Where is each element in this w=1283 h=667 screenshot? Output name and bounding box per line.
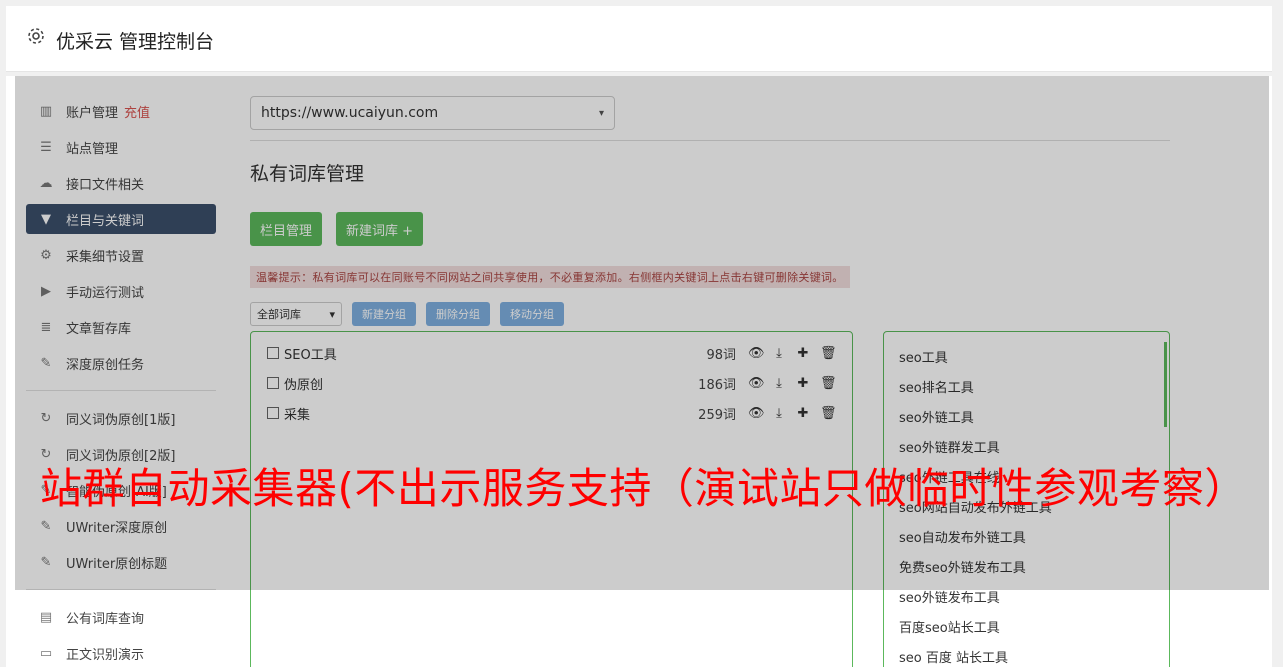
- sidebar-item-label: 正文识别演示: [66, 647, 145, 663]
- sidebar-item-public-lib[interactable]: ▤ 公有词库查询: [26, 602, 216, 632]
- sidebar-item-label: 公有词库查询: [66, 611, 145, 627]
- gear-icon: [28, 28, 44, 44]
- app-title: 优采云 管理控制台: [56, 31, 215, 53]
- watermark-text: 站群自动采集器(不出示服务支持（演试站只做临时性参观考察）: [40, 464, 1247, 513]
- keyword-item[interactable]: seo 百度 站长工具: [884, 644, 1169, 667]
- monitor-icon: ▭: [39, 645, 53, 661]
- sidebar-item-text-recognition[interactable]: ▭ 正文识别演示: [26, 638, 216, 667]
- keyword-item[interactable]: 百度seo站长工具: [884, 614, 1169, 644]
- book-icon: ▤: [39, 609, 53, 625]
- top-header: 优采云 管理控制台: [6, 6, 1272, 72]
